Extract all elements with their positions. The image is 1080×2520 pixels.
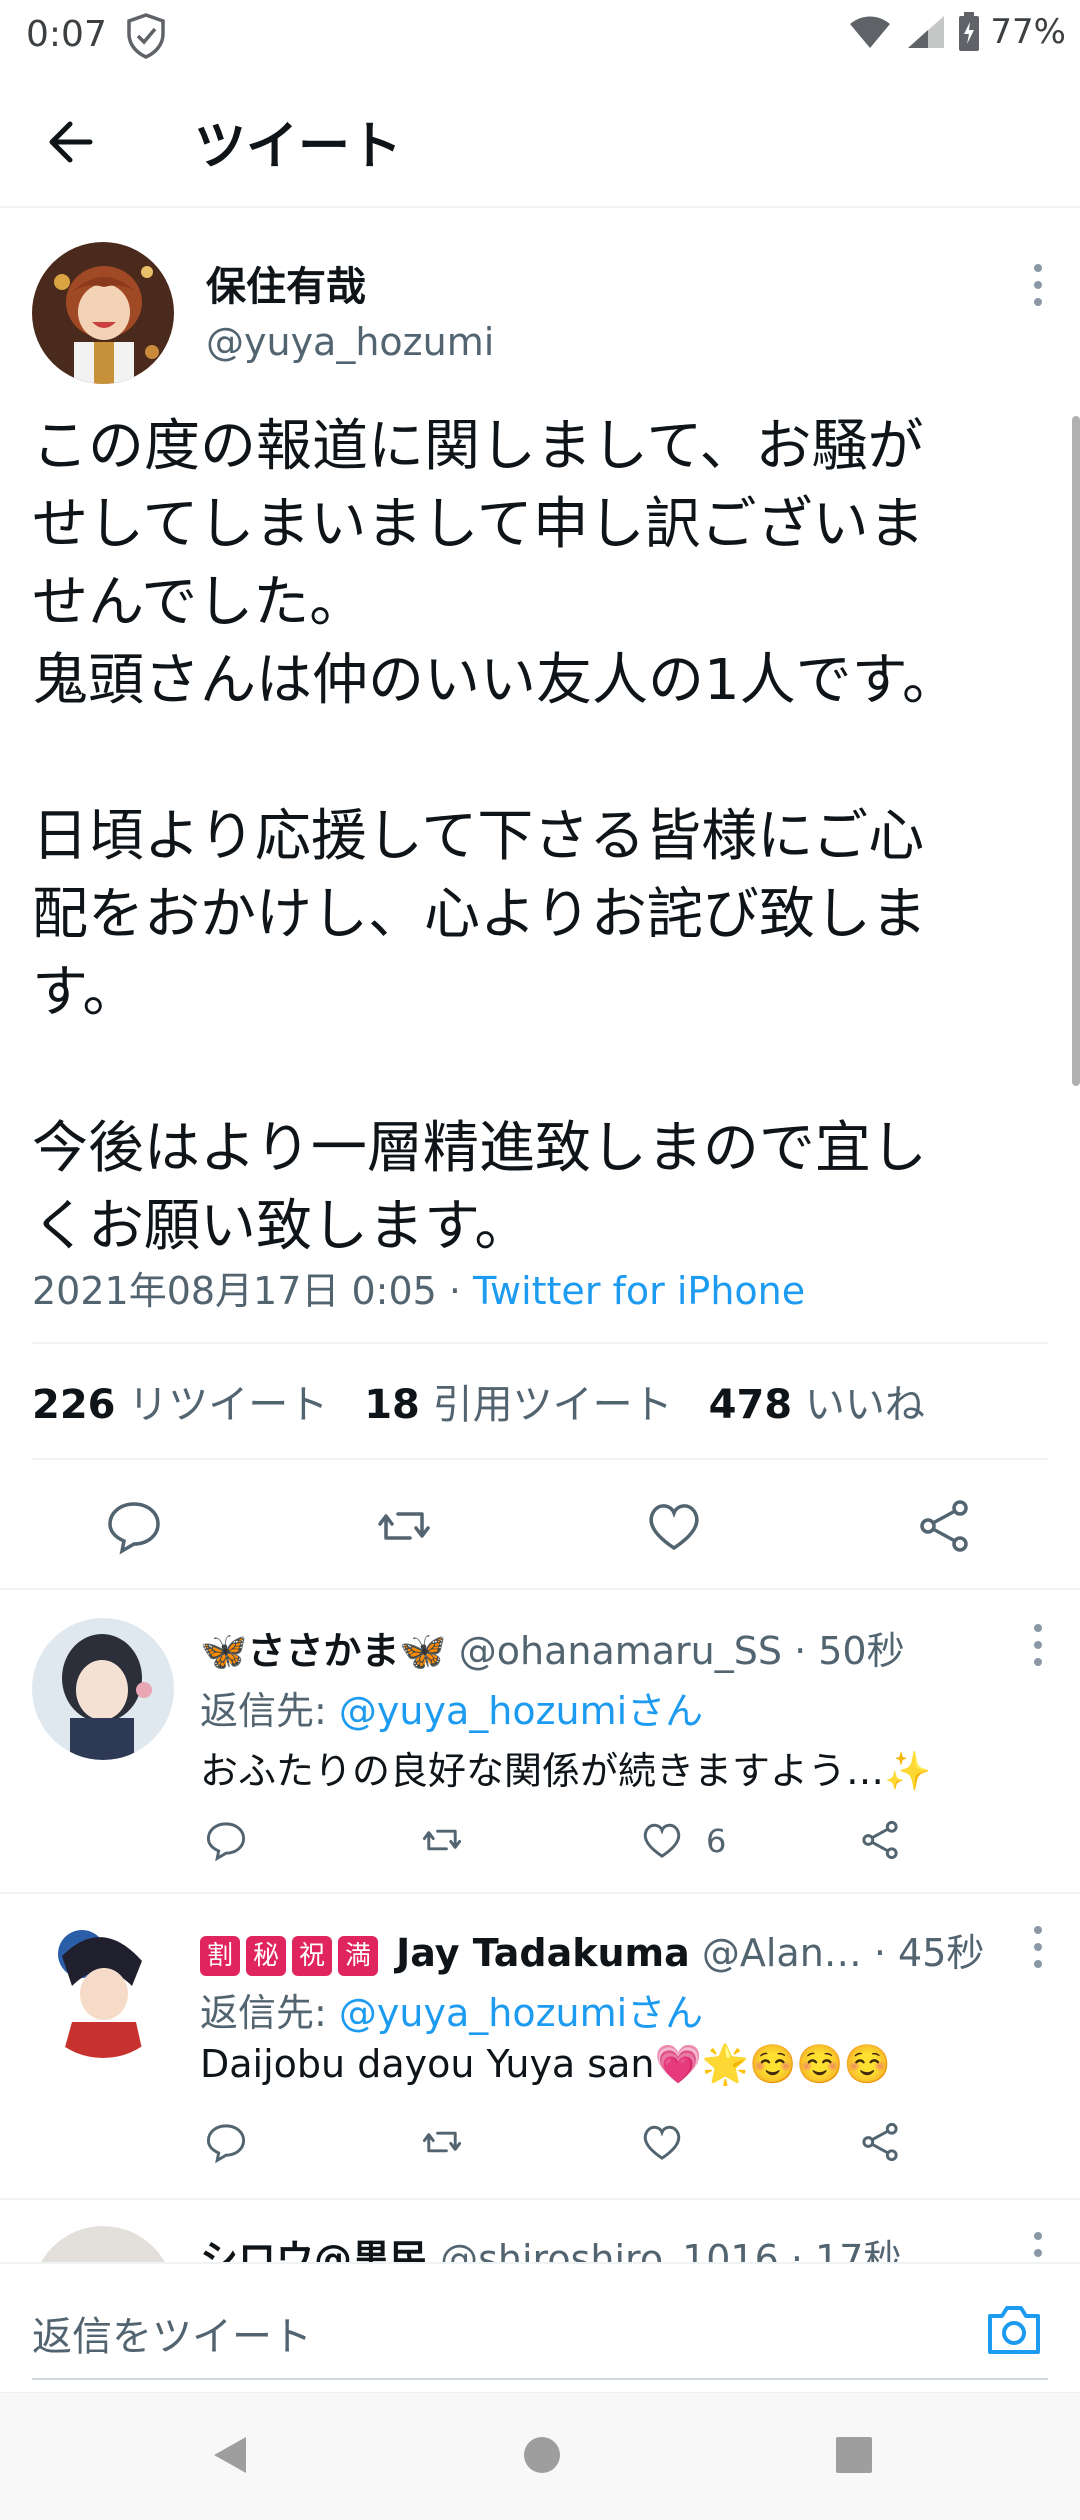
- like-heart-icon[interactable]: [640, 1818, 684, 1862]
- divider: [0, 1892, 1080, 1894]
- status-bar: 0:07 77%: [0, 0, 1080, 72]
- author-name[interactable]: 保住有哉: [206, 254, 366, 312]
- like-heart-icon[interactable]: [644, 1496, 704, 1556]
- quotes-stat[interactable]: 18 引用ツイート: [364, 1372, 672, 1430]
- reply-icon[interactable]: [204, 1818, 248, 1862]
- reply-author-name[interactable]: シロウ@黒民: [200, 2237, 428, 2262]
- badge: 満: [338, 1935, 378, 1976]
- reply-author-name[interactable]: Jay Tadakuma: [396, 1931, 690, 1975]
- reply-time: · 17秒: [778, 2237, 902, 2262]
- divider: [32, 1342, 1048, 1344]
- like-count: 6: [706, 1822, 727, 1860]
- replying-to: 返信先: @yuya_hozumiさん: [200, 1689, 704, 1733]
- reply-text: おふたりの良好な関係が続きますよう…✨: [200, 1749, 932, 1793]
- nav-home-icon[interactable]: [522, 2433, 562, 2477]
- replying-to: 返信先: @yuya_hozumiさん: [200, 1991, 704, 2035]
- status-time: 0:07: [26, 14, 107, 55]
- reply-author-name[interactable]: 🦋ささかま🦋: [200, 1629, 447, 1673]
- share-icon[interactable]: [858, 1818, 902, 1862]
- reply-input[interactable]: 返信をツイート: [32, 2304, 312, 2362]
- more-options-icon[interactable]: [1030, 260, 1046, 310]
- tweet-meta: 2021年08月17日 0:05 · Twitter for iPhone: [32, 1260, 805, 1315]
- author-handle[interactable]: @yuya_hozumi: [206, 320, 494, 364]
- reply-author-handle[interactable]: @Alan…: [702, 1931, 862, 1975]
- camera-icon[interactable]: [984, 2302, 1044, 2358]
- retweet-icon[interactable]: [420, 1818, 464, 1862]
- system-nav-bar: [0, 2392, 1080, 2520]
- avatar[interactable]: [32, 2226, 174, 2262]
- shield-check-icon: [127, 13, 165, 59]
- status-icons: 77%: [846, 12, 1066, 52]
- battery-percent: 77%: [990, 12, 1066, 52]
- share-icon[interactable]: [858, 2120, 902, 2164]
- more-options-icon[interactable]: [1030, 1922, 1046, 1972]
- nav-recents-icon[interactable]: [834, 2433, 874, 2477]
- badge: 秘: [246, 1935, 286, 1976]
- reply-icon[interactable]: [104, 1496, 164, 1556]
- signal-icon: [908, 16, 945, 48]
- more-options-icon[interactable]: [1030, 1620, 1046, 1670]
- input-underline: [32, 2378, 1048, 2380]
- replying-to-mention[interactable]: @yuya_hozumiさん: [339, 1689, 703, 1733]
- wifi-icon: [850, 16, 891, 48]
- badge: 割: [200, 1935, 240, 1976]
- reply-icon[interactable]: [204, 2120, 248, 2164]
- reply-text: Daijobu dayou Yuya san💗🌟☺️☺️☺️: [200, 2042, 892, 2086]
- reply-header: シロウ@黒民 @shiroshiro_1016 · 17秒: [200, 2228, 901, 2262]
- likes-stat[interactable]: 478 いいね: [709, 1372, 925, 1430]
- page-title: ツイート: [194, 117, 403, 177]
- reply-header: 🦋ささかま🦋 @ohanamaru_SS · 50秒: [200, 1620, 905, 1675]
- tweet-text: この度の報道に関しまして、お騒が せしてしまいまして申し訳ございま せんでした。…: [32, 414, 959, 1259]
- badge: 祝: [292, 1935, 332, 1976]
- retweet-icon[interactable]: [420, 2120, 464, 2164]
- retweets-stat[interactable]: 226 リツイート: [32, 1372, 328, 1430]
- scrollbar-thumb[interactable]: [1072, 416, 1080, 1086]
- reply-tweet[interactable]: シロウ@黒民 @shiroshiro_1016 · 17秒: [0, 2200, 1080, 2262]
- like-heart-icon[interactable]: [640, 2120, 684, 2164]
- tweet-actions: [0, 1460, 1080, 1588]
- replying-to-mention[interactable]: @yuya_hozumiさん: [339, 1991, 703, 2035]
- battery-icon: [959, 12, 980, 51]
- reply-time: · 50秒: [781, 1629, 905, 1673]
- retweet-icon[interactable]: [374, 1496, 434, 1556]
- reply-author-handle[interactable]: @shiroshiro_1016: [440, 2237, 779, 2262]
- tweet-source-link[interactable]: Twitter for iPhone: [473, 1269, 805, 1313]
- divider: [0, 1588, 1080, 1590]
- tweet-timestamp: 2021年08月17日 0:05 ·: [32, 1269, 474, 1313]
- avatar[interactable]: [32, 1618, 174, 1760]
- tweet-stats: 226 リツイート 18 引用ツイート 478 いいね: [32, 1372, 961, 1430]
- reply-header: 割秘祝満 Jay Tadakuma @Alan… · 45秒: [200, 1922, 984, 1977]
- avatar[interactable]: [32, 1916, 174, 2058]
- app-bar: ツイート: [0, 72, 1080, 208]
- nav-back-icon[interactable]: [210, 2433, 250, 2477]
- more-options-icon[interactable]: [1030, 2228, 1046, 2262]
- reply-author-handle[interactable]: @ohanamaru_SS: [459, 1629, 782, 1673]
- back-arrow-icon[interactable]: [40, 110, 104, 174]
- reply-time: · 45秒: [861, 1931, 985, 1975]
- share-icon[interactable]: [914, 1496, 974, 1556]
- reply-composer[interactable]: 返信をツイート: [0, 2262, 1080, 2392]
- avatar[interactable]: [32, 242, 174, 384]
